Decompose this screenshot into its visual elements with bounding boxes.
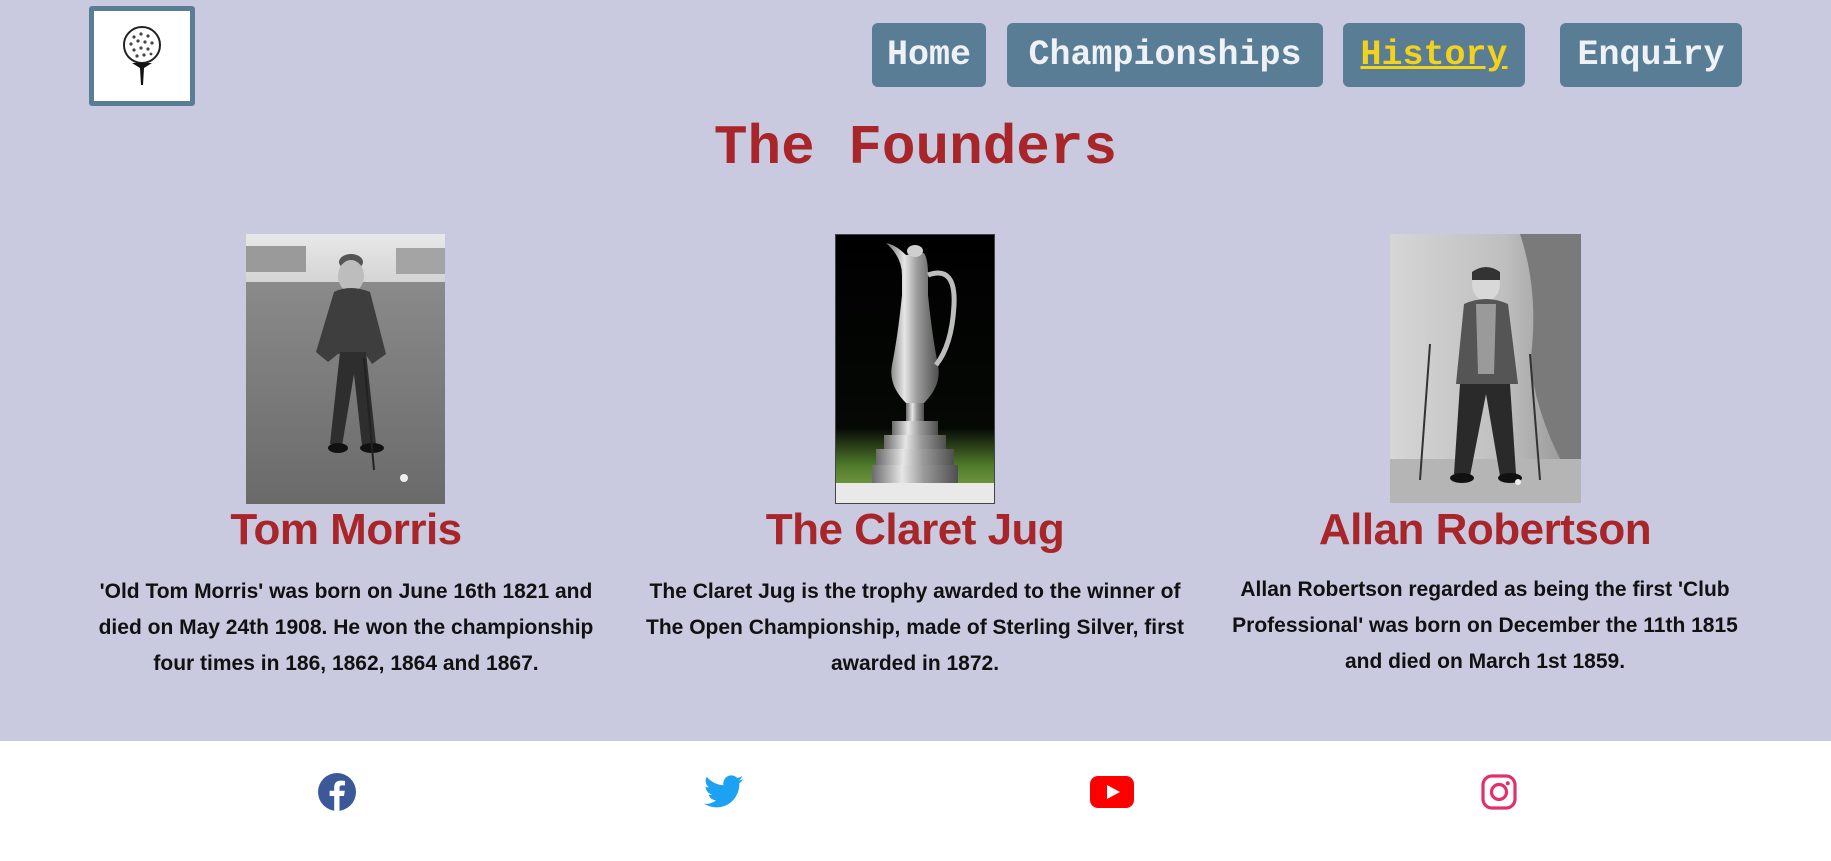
tom-morris-text: 'Old Tom Morris' was born on June 16th 1… [98,580,594,675]
nav-home[interactable]: Home [872,23,986,87]
tom-morris-photo [246,234,445,504]
youtube-icon[interactable] [1090,770,1134,814]
golf-ball-on-tee-icon [123,26,161,85]
tom-morris-title: Tom Morris [230,505,462,554]
nav-history[interactable]: History [1343,23,1525,87]
facebook-icon[interactable] [315,770,359,814]
claret-jug-photo [835,234,995,504]
claret-jug-title: The Claret Jug [765,505,1065,554]
logo-link[interactable] [89,6,195,106]
allan-robertson-title: Allan Robertson [1318,505,1652,554]
instagram-icon[interactable] [1477,770,1521,814]
allan-robertson-photo [1390,234,1581,503]
page-title: The Founders [713,116,1118,180]
twitter-icon[interactable] [702,770,746,814]
allan-robertson-text: Allan Robertson regarded as being the fi… [1232,578,1738,673]
nav-enquiry[interactable]: Enquiry [1560,23,1742,87]
main-section: Home Championships History Enquiry The F… [0,0,1831,741]
claret-jug-text: The Claret Jug is the trophy awarded to … [646,580,1184,675]
nav-championships[interactable]: Championships [1007,23,1323,87]
